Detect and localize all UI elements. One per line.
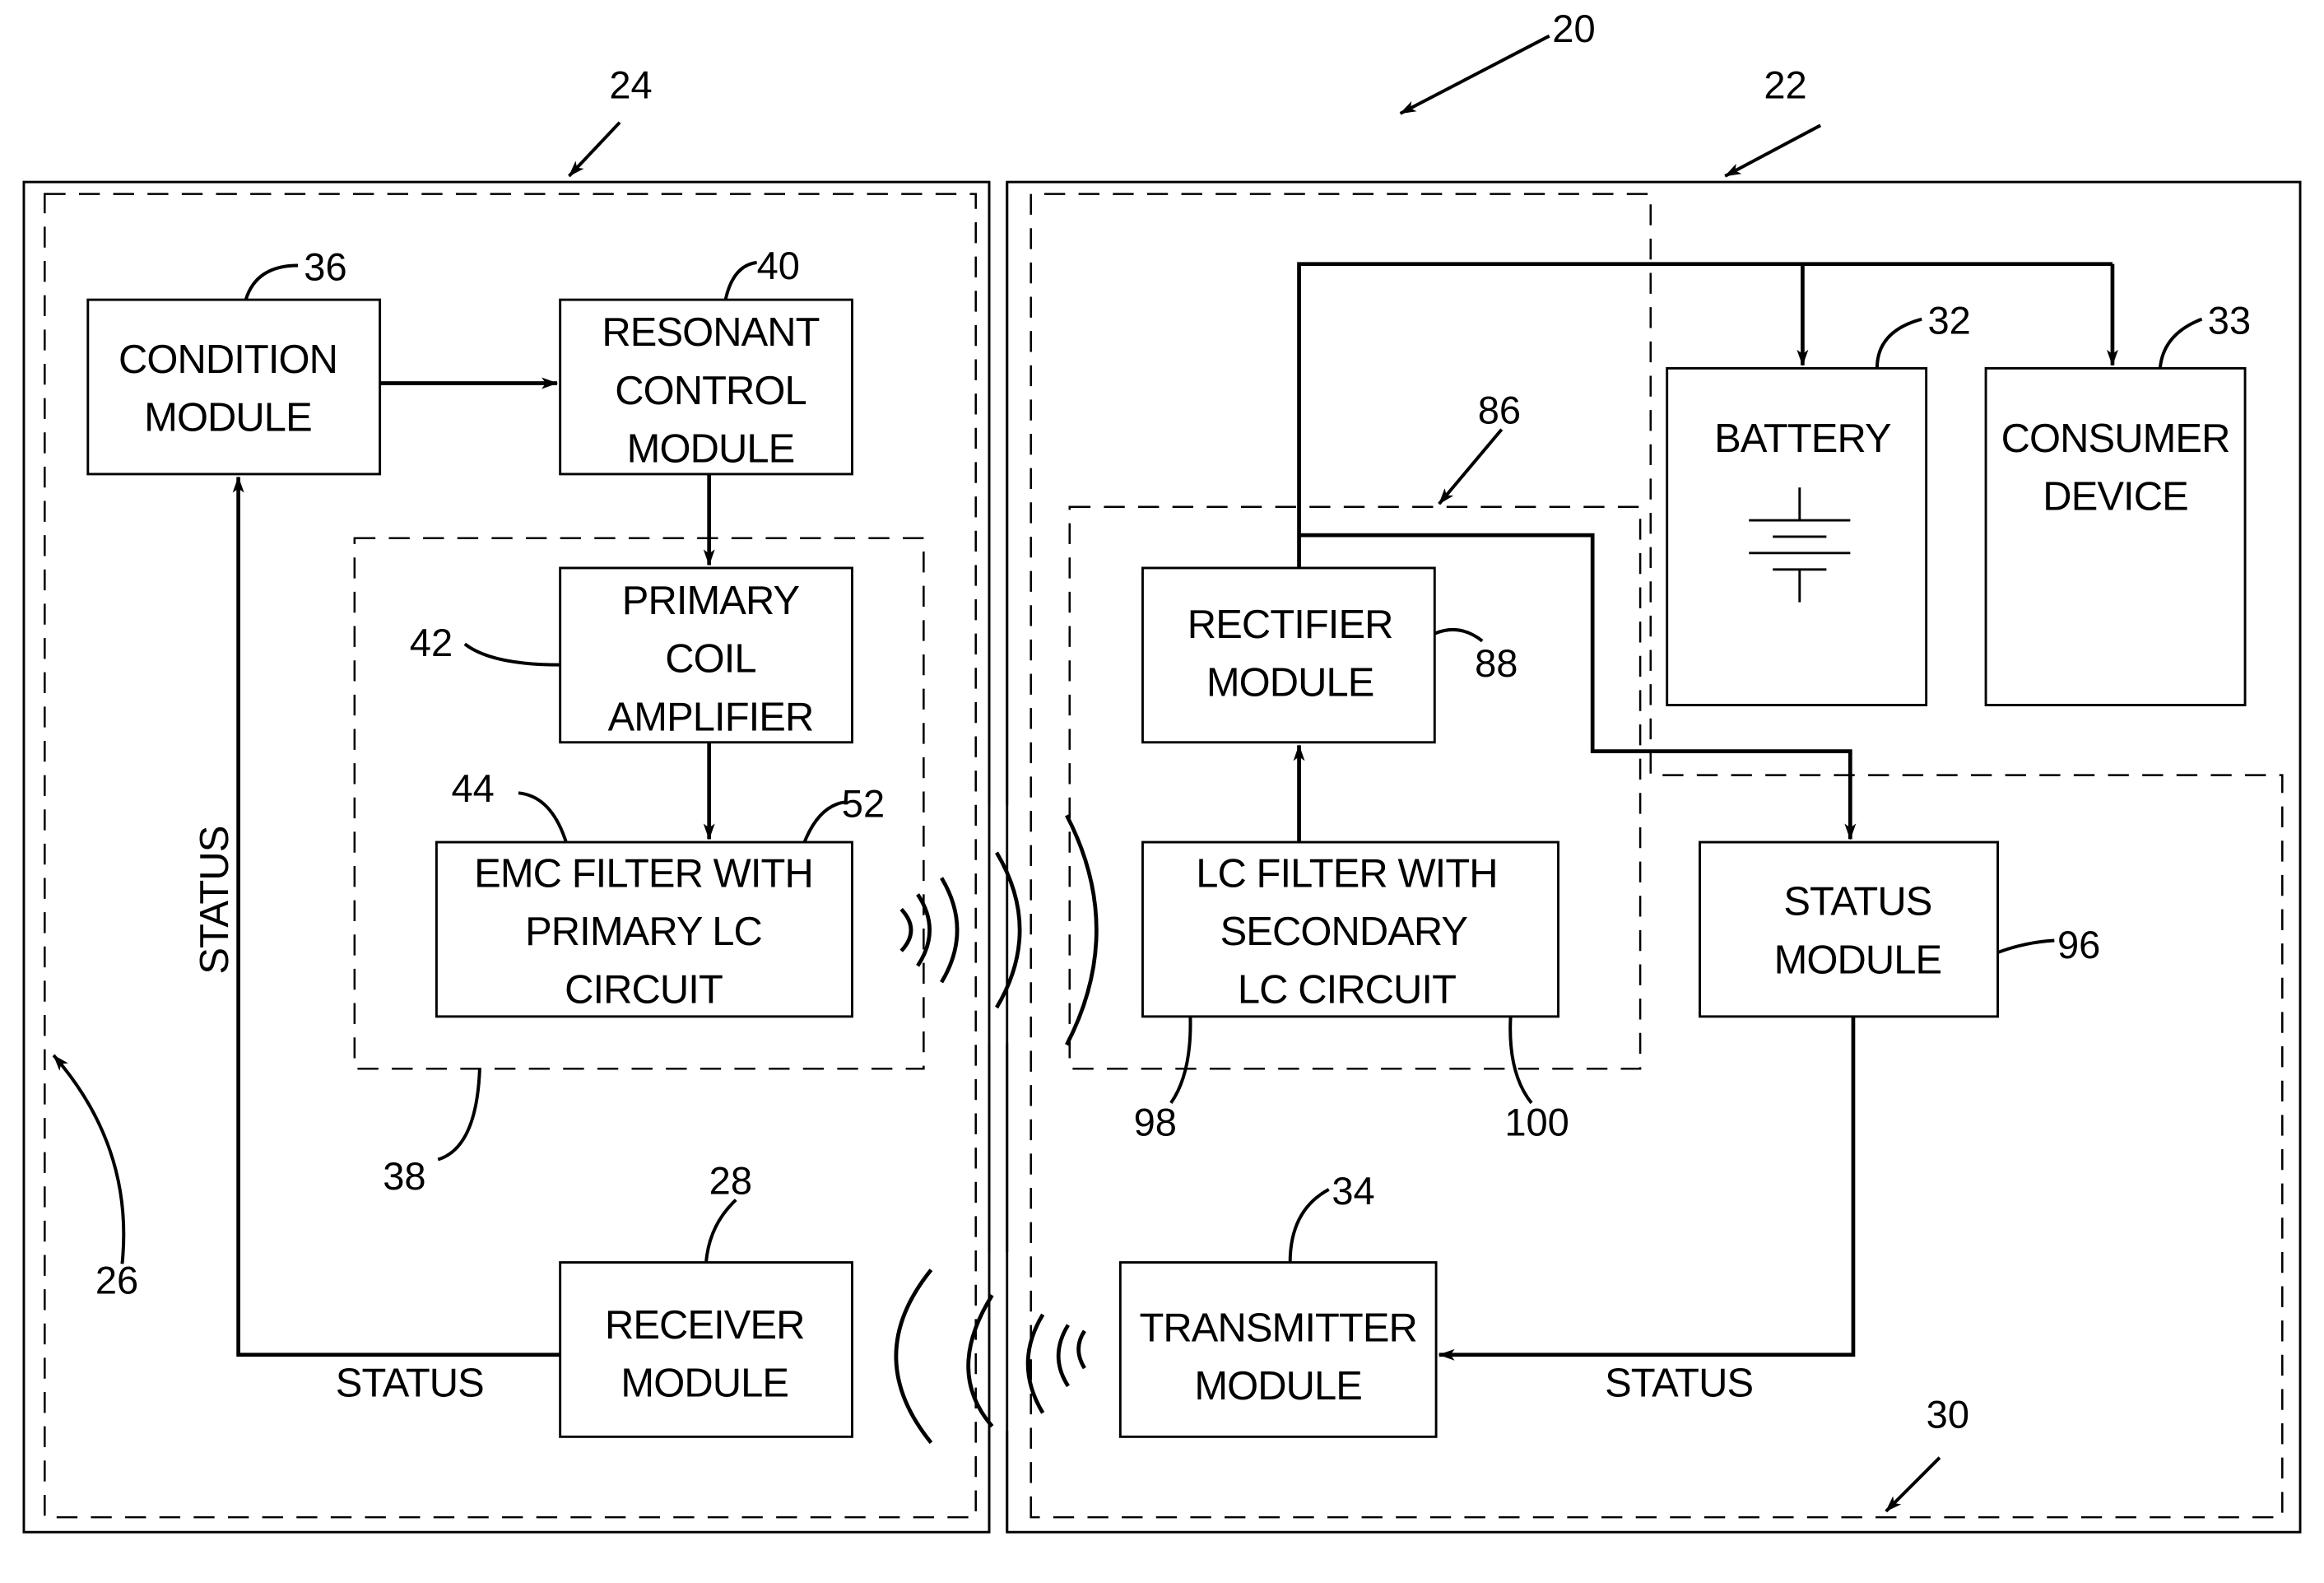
ref-38: 38 xyxy=(383,1154,425,1198)
transmitter-module-block: TRANSMITTER MODULE xyxy=(1118,1261,1438,1438)
svg-text:SECONDARY: SECONDARY xyxy=(1220,910,1468,954)
resonant-control-line1: RESONANT xyxy=(602,310,819,355)
emc-filter-block: EMC FILTER WITH PRIMARY LC CIRCUIT xyxy=(435,840,853,1018)
ref-40: 40 xyxy=(757,244,800,287)
transmitter-line1: TRANSMITTER xyxy=(1139,1306,1416,1350)
transmitter-line2: MODULE xyxy=(1194,1364,1362,1408)
condition-module-line2: MODULE xyxy=(144,395,312,440)
ref-30: 30 xyxy=(1927,1392,1969,1436)
svg-text:EMC FILTER WITH: EMC FILTER WITH xyxy=(474,851,813,896)
svg-text:PRIMARY LC: PRIMARY LC xyxy=(525,910,762,954)
rectifier-line2: MODULE xyxy=(1206,661,1374,705)
resonant-control-line2: CONTROL xyxy=(615,369,806,413)
ref-24: 24 xyxy=(609,63,652,107)
receiver-line1: RECEIVER xyxy=(605,1303,805,1348)
svg-text:CONSUMER: CONSUMER xyxy=(2001,417,2230,461)
svg-text:STATUS: STATUS xyxy=(1783,880,1931,924)
ref-42: 42 xyxy=(410,621,453,664)
svg-text:PRIMARY: PRIMARY xyxy=(622,579,800,623)
battery-block: BATTERY xyxy=(1666,366,1928,706)
primary-coil-amplifier-block: PRIMARY COIL AMPLIFIER xyxy=(559,566,853,744)
svg-text:RECTIFIER: RECTIFIER xyxy=(1188,603,1393,647)
ref-52: 52 xyxy=(842,781,885,825)
amplifier-line2: COIL xyxy=(665,637,755,682)
svg-text:RESONANT: RESONANT xyxy=(602,310,819,355)
svg-text:MODULE: MODULE xyxy=(144,395,312,440)
rectifier-module-block: RECTIFIER MODULE xyxy=(1141,566,1436,744)
lc-filter-line1: LC FILTER WITH xyxy=(1196,851,1497,896)
svg-text:CONDITION: CONDITION xyxy=(119,338,337,382)
lc-filter-block: LC FILTER WITH SECONDARY LC CIRCUIT xyxy=(1141,840,1559,1018)
ref-33: 33 xyxy=(2208,299,2251,342)
lc-filter-line3: LC CIRCUIT xyxy=(1238,968,1456,1013)
status-module-block: STATUS MODULE xyxy=(1699,840,2000,1018)
ref-44: 44 xyxy=(452,766,495,810)
battery-symbol-icon xyxy=(1749,487,1851,603)
battery-label: BATTERY xyxy=(1714,417,1891,461)
svg-text:DEVICE: DEVICE xyxy=(2043,474,2187,519)
power-transfer-arcs-icon xyxy=(899,814,1099,1046)
svg-text:MODULE: MODULE xyxy=(627,426,795,471)
svg-text:MODULE: MODULE xyxy=(1206,661,1374,705)
svg-text:RECEIVER: RECEIVER xyxy=(605,1303,805,1348)
svg-text:LC FILTER WITH: LC FILTER WITH xyxy=(1196,851,1497,896)
ref-28: 28 xyxy=(709,1158,752,1202)
resonant-control-line3: MODULE xyxy=(627,426,795,471)
status-label-transmitter: STATUS xyxy=(1605,1361,1753,1405)
consumer-line2: DEVICE xyxy=(2043,474,2187,519)
ref-86: 86 xyxy=(1478,388,1521,431)
svg-text:TRANSMITTER: TRANSMITTER xyxy=(1139,1306,1416,1350)
emc-filter-line3: CIRCUIT xyxy=(565,968,723,1013)
ref-96: 96 xyxy=(2057,923,2100,966)
wire-rectifier-to-status xyxy=(1299,533,1857,840)
svg-text:AMPLIFIER: AMPLIFIER xyxy=(608,695,814,739)
amplifier-line3: AMPLIFIER xyxy=(608,695,814,739)
block-diagram: CONDITION MODULE RESONANT CONTROL MODULE… xyxy=(22,7,2302,1534)
ref-20: 20 xyxy=(1552,7,1595,50)
svg-text:BATTERY: BATTERY xyxy=(1714,417,1891,461)
amplifier-line1: PRIMARY xyxy=(622,579,800,623)
receiver-module-block: RECEIVER MODULE xyxy=(559,1261,853,1438)
condition-module-line1: CONDITION xyxy=(119,338,337,382)
wire-rectifier-to-bus xyxy=(1297,262,2113,568)
condition-module-block: CONDITION MODULE xyxy=(86,298,382,476)
wire-status-to-transmitter xyxy=(1438,1016,1856,1361)
lc-filter-line2: SECONDARY xyxy=(1220,910,1468,954)
svg-text:MODULE: MODULE xyxy=(1194,1364,1362,1408)
status-module-line1: STATUS xyxy=(1783,880,1931,924)
svg-text:COIL: COIL xyxy=(665,637,755,682)
reference-leaders xyxy=(52,34,2203,1513)
consumer-line1: CONSUMER xyxy=(2001,417,2230,461)
rectifier-line1: RECTIFIER xyxy=(1188,603,1393,647)
emc-filter-line1: EMC FILTER WITH xyxy=(474,851,813,896)
status-module-line2: MODULE xyxy=(1774,938,1942,982)
ref-36: 36 xyxy=(304,245,346,289)
status-label-receiver: STATUS xyxy=(336,1361,484,1405)
ref-34: 34 xyxy=(1332,1169,1374,1213)
svg-text:MODULE: MODULE xyxy=(621,1361,788,1405)
ref-26: 26 xyxy=(95,1259,138,1302)
emc-filter-line2: PRIMARY LC xyxy=(525,910,762,954)
consumer-device-block: CONSUMER DEVICE xyxy=(1984,366,2247,706)
svg-text:LC CIRCUIT: LC CIRCUIT xyxy=(1238,968,1456,1013)
svg-text:CIRCUIT: CIRCUIT xyxy=(565,968,723,1013)
receiver-line2: MODULE xyxy=(621,1361,788,1405)
status-label-vertical: STATUS xyxy=(193,826,237,975)
wire-receiver-status-to-condition xyxy=(232,476,560,1357)
resonant-control-module-block: RESONANT CONTROL MODULE xyxy=(559,298,853,476)
ref-22: 22 xyxy=(1764,63,1806,107)
ref-88: 88 xyxy=(1475,641,1518,685)
svg-text:MODULE: MODULE xyxy=(1774,938,1942,982)
svg-text:CONTROL: CONTROL xyxy=(615,369,806,413)
ref-32: 32 xyxy=(1927,299,1970,342)
ref-100: 100 xyxy=(1504,1101,1569,1144)
ref-98: 98 xyxy=(1134,1101,1177,1144)
